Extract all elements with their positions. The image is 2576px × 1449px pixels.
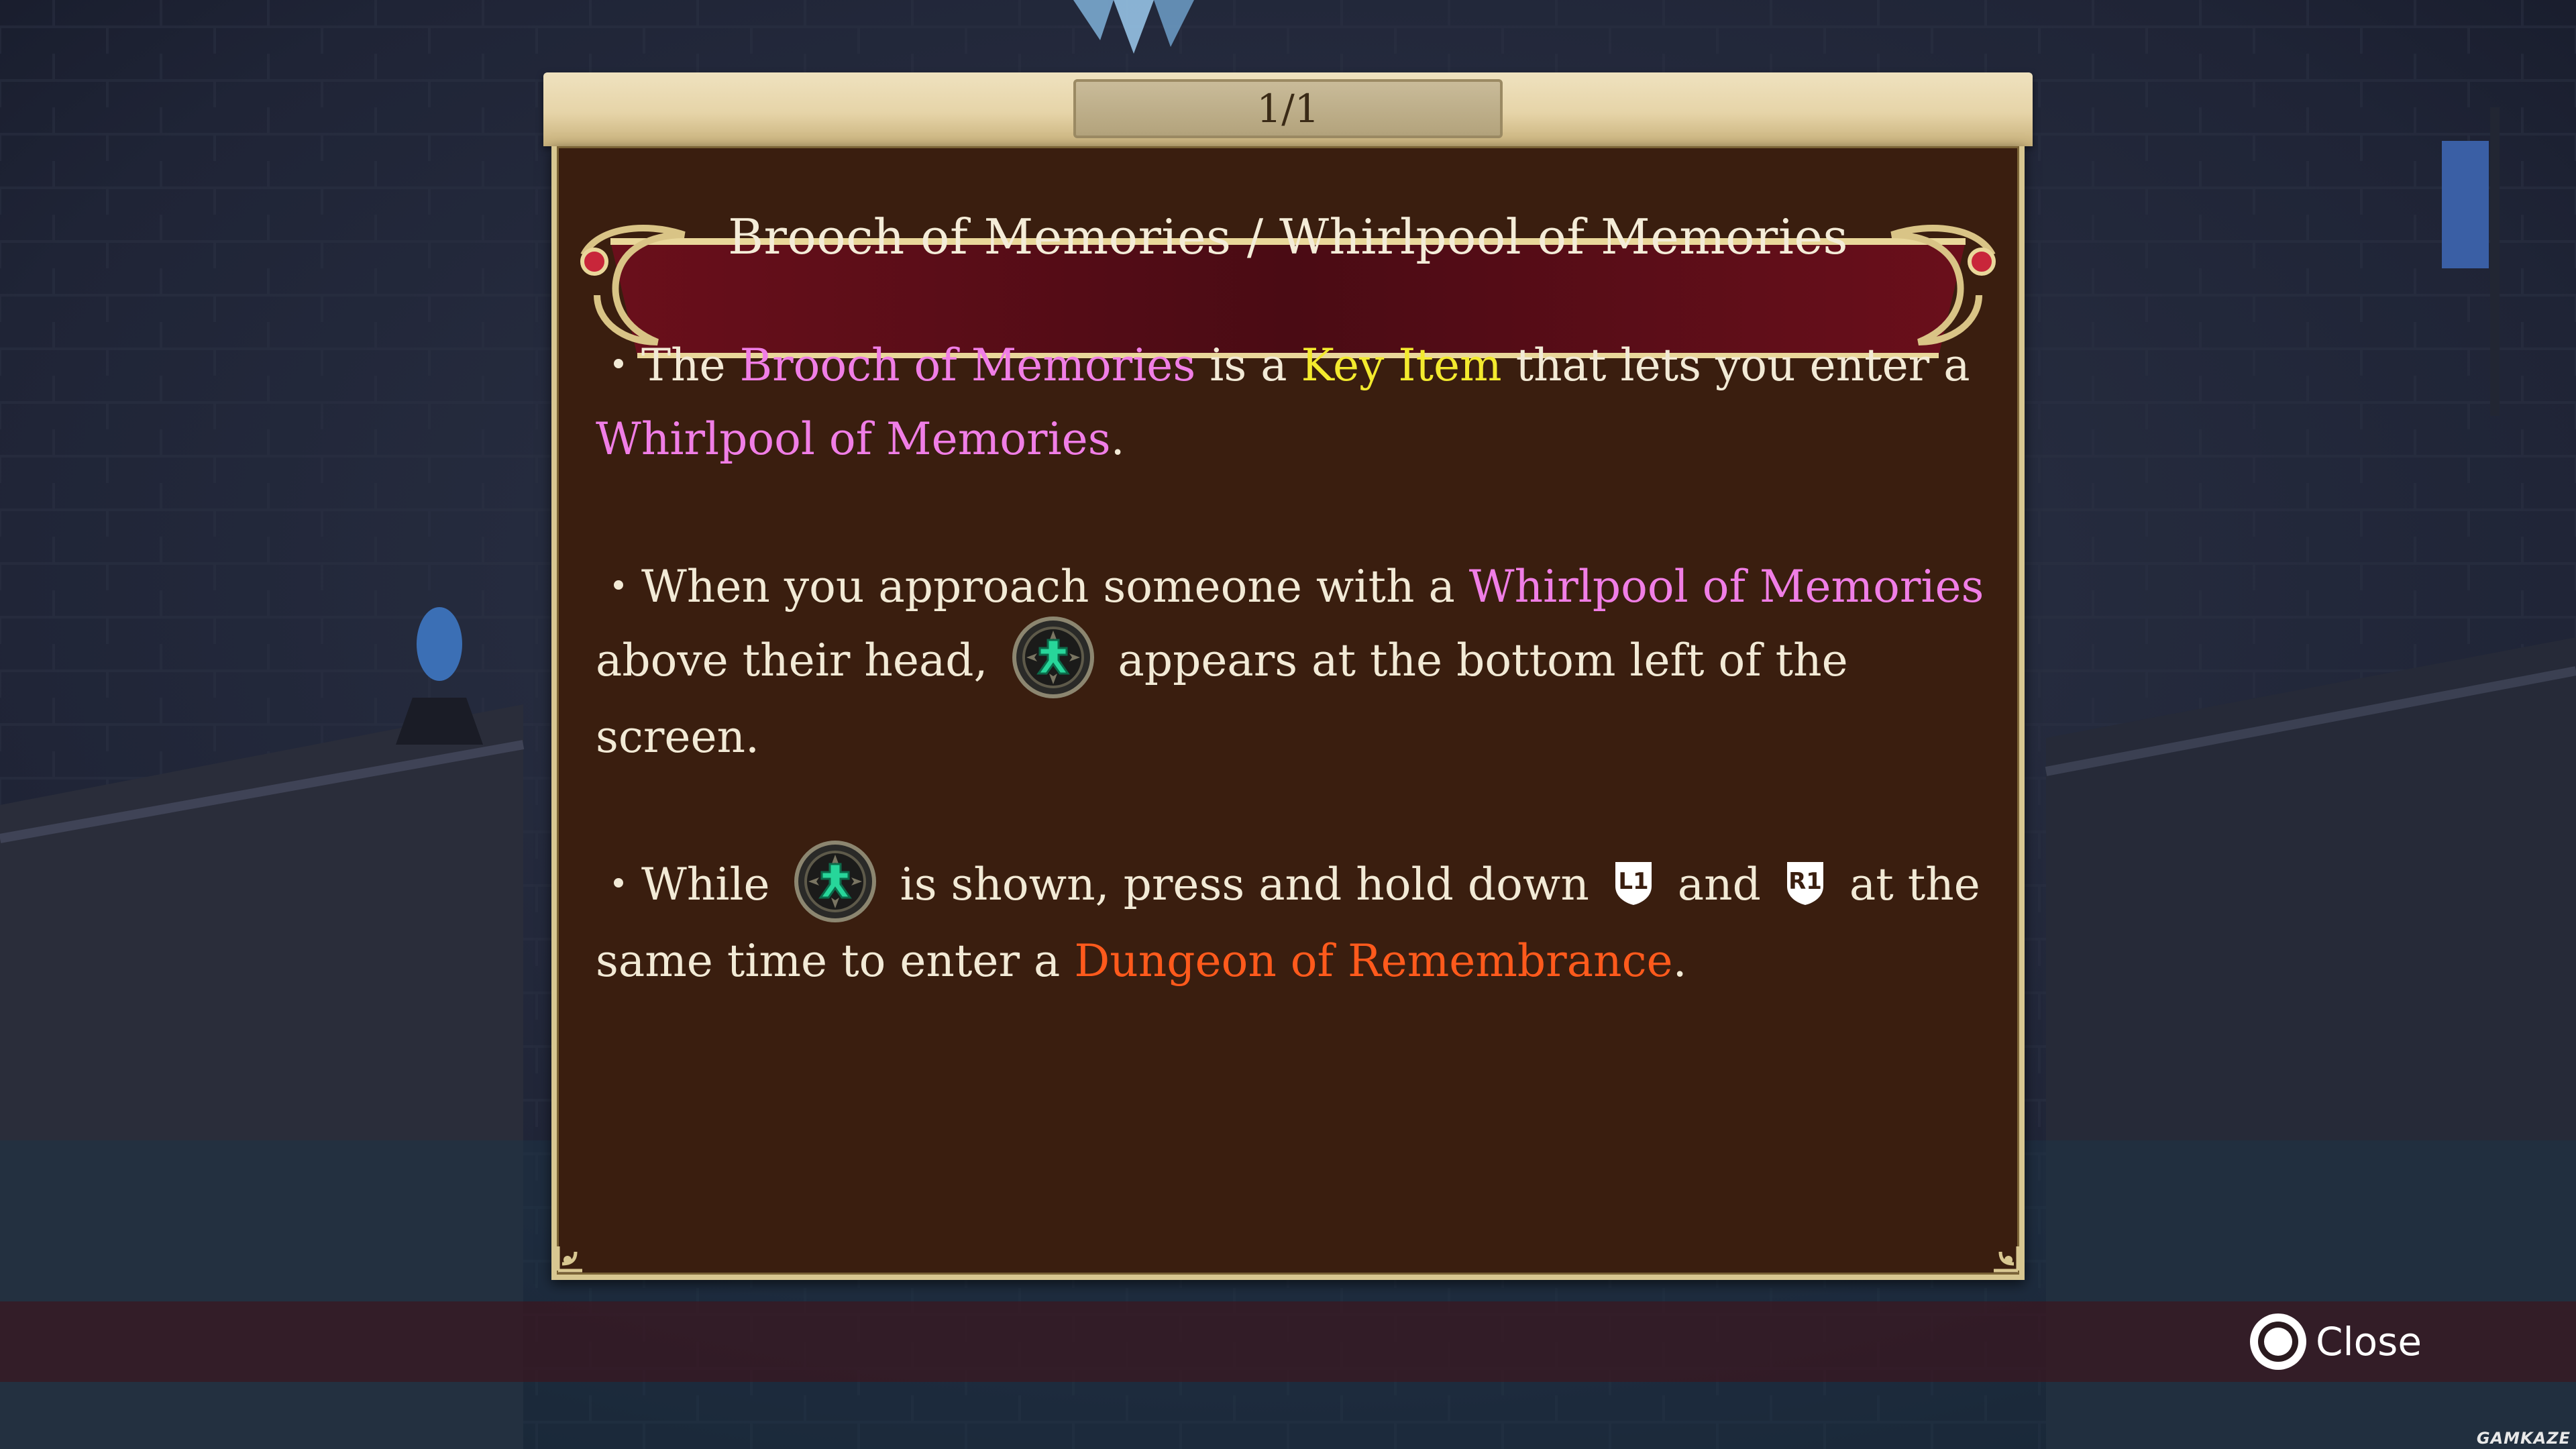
r1-button-icon: R1 <box>1786 862 1823 905</box>
corner-ornament-bottom-right <box>1994 1246 2020 1273</box>
r1-button-label: R1 <box>1788 868 1822 895</box>
highlight-term: Whirlpool of Memories <box>1468 561 1984 612</box>
tutorial-paragraph: ・When you approach someone with a Whirlp… <box>596 550 2011 774</box>
bullet: ・ <box>596 561 641 612</box>
panel-title: Brooch of Memories / Whirlpool of Memori… <box>728 209 1848 265</box>
circle-button-icon <box>2250 1313 2306 1370</box>
body-text: The <box>641 339 740 391</box>
body-text: above their head, <box>596 635 1002 686</box>
highlight-term: Whirlpool of Memories <box>596 413 1111 465</box>
tutorial-content: ・The Brooch of Memories is a Key Item th… <box>596 329 2011 1072</box>
l1-button-label: L1 <box>1618 868 1648 895</box>
tutorial-paragraph: ・The Brooch of Memories is a Key Item th… <box>596 329 2011 476</box>
highlight-term: Key Item <box>1301 339 1502 391</box>
body-text: is shown, press and hold down <box>885 859 1603 910</box>
body-text: is a <box>1195 339 1301 391</box>
body-text: When you approach someone with a <box>641 561 1469 612</box>
page-indicator: 1/1 <box>1073 79 1503 138</box>
bullet: ・ <box>596 339 641 391</box>
body-text: and <box>1663 859 1775 910</box>
l1-button-icon: L1 <box>1615 862 1652 905</box>
control-bar <box>0 1301 2576 1382</box>
highlight-term: Brooch of Memories <box>739 339 1196 391</box>
watermark-logo: GAMKAZE <box>2476 1429 2571 1448</box>
close-label: Close <box>2316 1319 2422 1364</box>
brooch-icon <box>794 841 876 922</box>
body-text: that lets you enter a <box>1501 339 1970 391</box>
body-text: . <box>1110 413 1125 465</box>
body-text: While <box>641 859 784 910</box>
tutorial-paragraph: ・While is shown, press and hold down L1 … <box>596 841 2011 998</box>
brooch-icon <box>1012 616 1094 698</box>
panel-top-bar: 1/1 <box>543 72 2033 146</box>
highlight-term: Dungeon of Remembrance <box>1074 935 1673 987</box>
corner-ornament-bottom-left <box>556 1246 582 1273</box>
body-text: . <box>1672 935 1687 987</box>
close-button[interactable]: Close <box>2247 1309 2422 1374</box>
bullet: ・ <box>596 859 641 910</box>
